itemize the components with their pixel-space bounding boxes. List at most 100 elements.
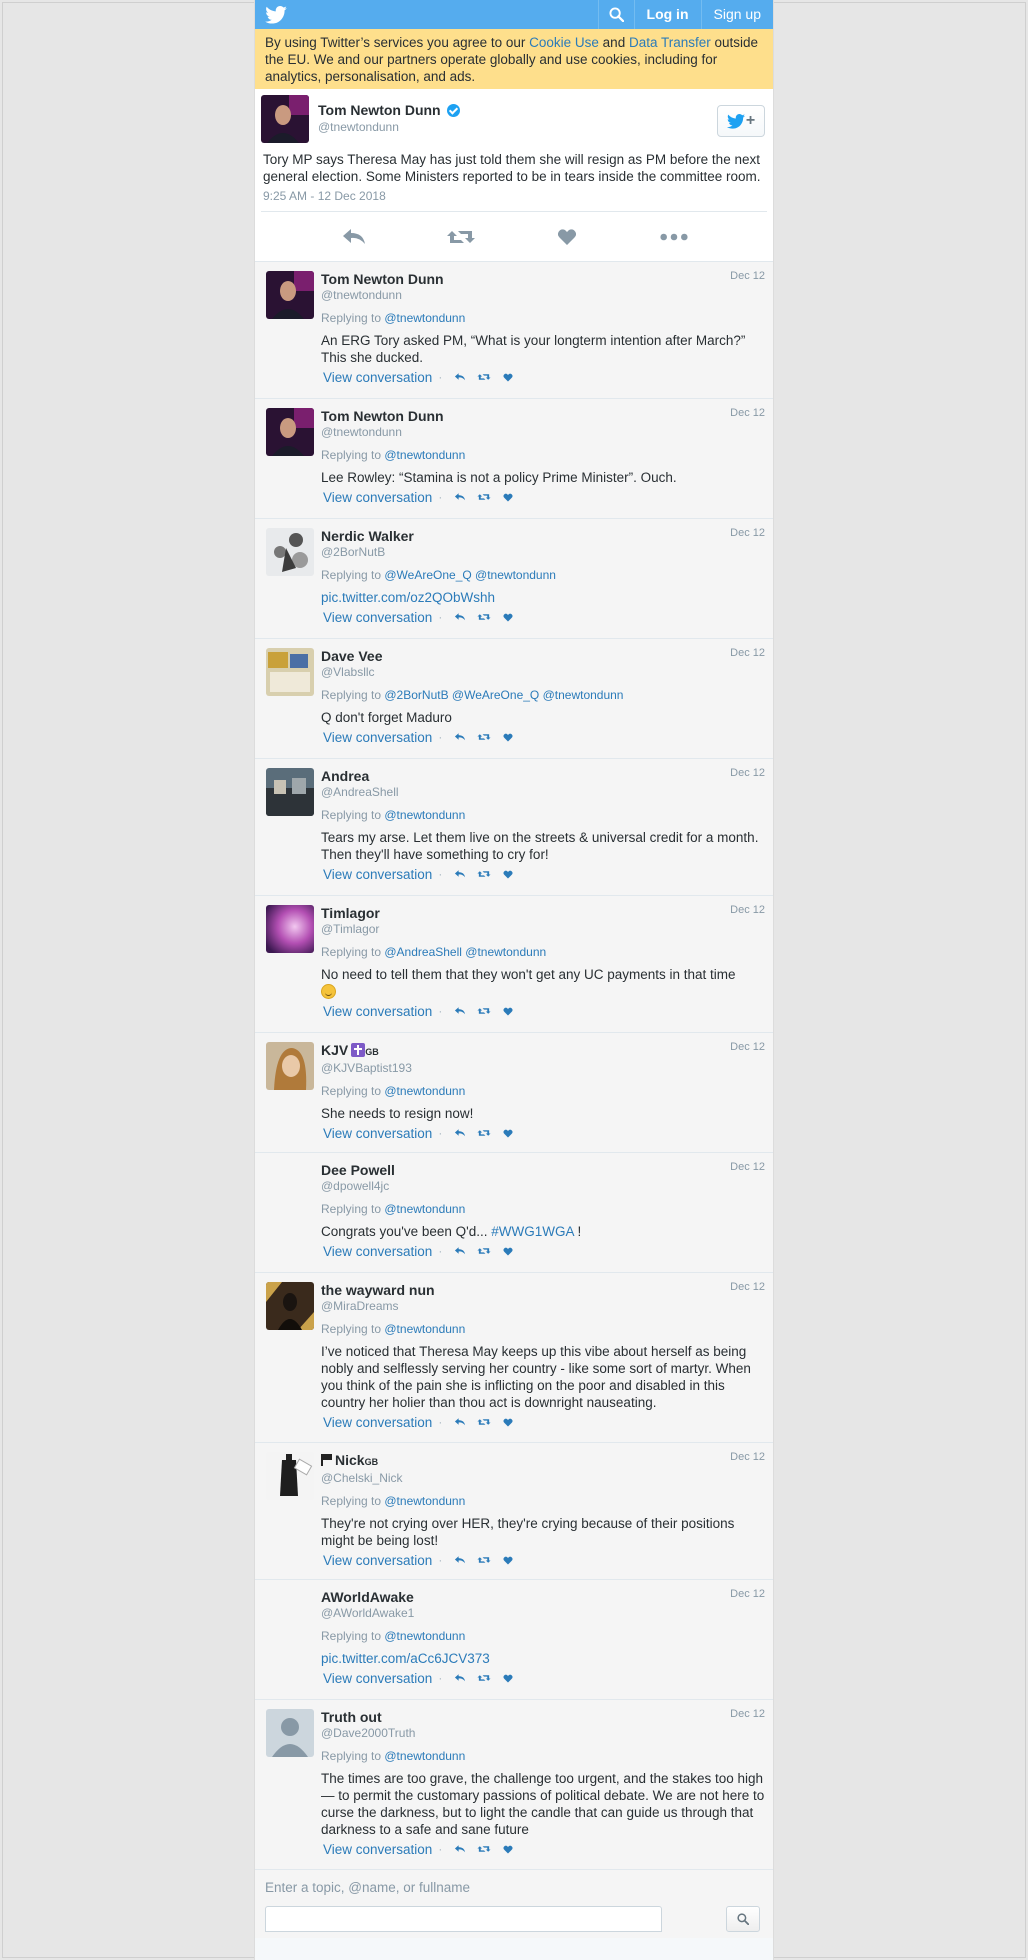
replying-to-link[interactable]: @AndreaShell @tnewtondunn xyxy=(384,945,546,959)
reply-item[interactable]: Dec 12 Timlagor @Timlagor Replying to @A… xyxy=(255,896,773,1033)
heart-icon[interactable] xyxy=(501,371,515,383)
reply-author-name[interactable]: the wayward nun xyxy=(321,1281,765,1299)
view-conversation-link[interactable]: View conversation xyxy=(323,1842,432,1857)
reply-date[interactable]: Dec 12 xyxy=(730,1281,765,1293)
reply-author-name[interactable]: AWorldAwake xyxy=(321,1588,765,1606)
reply-date[interactable]: Dec 12 xyxy=(730,647,765,659)
reply-icon[interactable] xyxy=(453,611,467,623)
retweet-icon[interactable] xyxy=(477,611,491,623)
view-conversation-link[interactable]: View conversation xyxy=(323,1004,432,1019)
heart-icon[interactable] xyxy=(501,611,515,623)
author-handle[interactable]: @tnewtondunn xyxy=(318,120,460,134)
replying-to-link[interactable]: @tnewtondunn xyxy=(384,1322,465,1336)
tweet-timestamp[interactable]: 9:25 AM - 12 Dec 2018 xyxy=(261,185,767,211)
heart-icon[interactable] xyxy=(501,1416,515,1428)
view-conversation-link[interactable]: View conversation xyxy=(323,1244,432,1259)
heart-icon[interactable] xyxy=(501,1005,515,1017)
reply-author-handle[interactable]: @Vlabsllc xyxy=(321,665,765,680)
reply-date[interactable]: Dec 12 xyxy=(730,904,765,916)
reply-icon[interactable] xyxy=(453,1843,467,1855)
avatar[interactable] xyxy=(266,1452,314,1500)
reply-item[interactable]: Dec 12 Nerdic Walker @2BorNutB Replying … xyxy=(255,519,773,639)
reply-icon[interactable] xyxy=(453,1005,467,1017)
reply-author-name[interactable]: Nerdic Walker xyxy=(321,527,765,545)
reply-author-name[interactable]: Timlagor xyxy=(321,904,765,922)
view-conversation-link[interactable]: View conversation xyxy=(323,490,432,505)
reply-icon[interactable] xyxy=(453,868,467,880)
heart-icon[interactable] xyxy=(501,491,515,503)
more-button[interactable] xyxy=(659,225,689,249)
reply-item[interactable]: Dec 12 AWorldAwake @AWorldAwake1 Replyin… xyxy=(255,1580,773,1700)
replying-to-link[interactable]: @tnewtondunn xyxy=(384,448,465,462)
heart-icon[interactable] xyxy=(501,1245,515,1257)
reply-icon[interactable] xyxy=(453,1416,467,1428)
reply-date[interactable]: Dec 12 xyxy=(730,1451,765,1463)
reply-item[interactable]: Dec 12 Andrea @AndreaShell Replying to @… xyxy=(255,759,773,896)
reply-item[interactable]: Dec 12 KJV GB @KJVBaptist193 Replying to … xyxy=(255,1033,773,1153)
signup-link[interactable]: Sign up xyxy=(700,0,773,29)
avatar[interactable] xyxy=(266,271,314,319)
replying-to-link[interactable]: @2BorNutB @WeAreOne_Q @tnewtondunn xyxy=(384,688,623,702)
follow-button[interactable]: + xyxy=(717,105,765,137)
reply-date[interactable]: Dec 12 xyxy=(730,767,765,779)
view-conversation-link[interactable]: View conversation xyxy=(323,1415,432,1430)
view-conversation-link[interactable]: View conversation xyxy=(323,730,432,745)
reply-item[interactable]: Dec 12 Tom Newton Dunn @tnewtondunn Repl… xyxy=(255,262,773,399)
replying-to-link[interactable]: @tnewtondunn xyxy=(384,1494,465,1508)
retweet-icon[interactable] xyxy=(477,1672,491,1684)
reply-author-handle[interactable]: @tnewtondunn xyxy=(321,425,765,440)
reply-author-name-text[interactable]: Nick xyxy=(335,1452,365,1468)
avatar[interactable] xyxy=(266,1282,314,1330)
avatar[interactable] xyxy=(261,95,309,143)
reply-date[interactable]: Dec 12 xyxy=(730,1041,765,1053)
reply-author-handle[interactable]: @KJVBaptist193 xyxy=(321,1061,765,1076)
replying-to-link[interactable]: @tnewtondunn xyxy=(384,1202,465,1216)
replying-to-link[interactable]: @tnewtondunn xyxy=(384,1084,465,1098)
hashtag-link[interactable]: #WWG1WGA xyxy=(491,1224,574,1239)
twitter-bird-icon[interactable] xyxy=(265,5,287,24)
search-button[interactable] xyxy=(597,0,634,29)
reply-item[interactable]: Dec 12 the wayward nun @MiraDreams Reply… xyxy=(255,1273,773,1443)
view-conversation-link[interactable]: View conversation xyxy=(323,867,432,882)
reply-author-handle[interactable]: @dpowell4jc xyxy=(321,1179,765,1194)
retweet-icon[interactable] xyxy=(477,1843,491,1855)
heart-icon[interactable] xyxy=(501,1843,515,1855)
retweet-icon[interactable] xyxy=(477,1554,491,1566)
avatar[interactable] xyxy=(266,905,314,953)
reply-item[interactable]: Dec 12 Dave Vee @Vlabsllc Replying to @2… xyxy=(255,639,773,759)
pic-link[interactable]: pic.twitter.com/oz2QObWshh xyxy=(321,590,495,605)
avatar[interactable] xyxy=(266,1709,314,1757)
reply-author-name[interactable]: Tom Newton Dunn xyxy=(321,407,765,425)
reply-item[interactable]: Dec 12 Dee Powell @dpowell4jc Replying t… xyxy=(255,1153,773,1273)
reply-date[interactable]: Dec 12 xyxy=(730,1161,765,1173)
replying-to-link[interactable]: @tnewtondunn xyxy=(384,808,465,822)
avatar[interactable] xyxy=(266,528,314,576)
replying-to-link[interactable]: @tnewtondunn xyxy=(384,1749,465,1763)
reply-author-name[interactable]: Dave Vee xyxy=(321,647,765,665)
reply-icon[interactable] xyxy=(453,1127,467,1139)
view-conversation-link[interactable]: View conversation xyxy=(323,370,432,385)
reply-item[interactable]: Dec 12 NickGB @Chelski_Nick Replying to … xyxy=(255,1443,773,1580)
retweet-icon[interactable] xyxy=(477,1245,491,1257)
reply-icon[interactable] xyxy=(453,371,467,383)
retweet-icon[interactable] xyxy=(477,491,491,503)
avatar[interactable] xyxy=(266,408,314,456)
retweet-icon[interactable] xyxy=(477,371,491,383)
pic-link[interactable]: pic.twitter.com/aCc6JCV373 xyxy=(321,1651,490,1666)
reply-author-handle[interactable]: @AWorldAwake1 xyxy=(321,1606,765,1621)
reply-icon[interactable] xyxy=(453,1245,467,1257)
reply-item[interactable]: Dec 12 Tom Newton Dunn @tnewtondunn Repl… xyxy=(255,399,773,519)
reply-date[interactable]: Dec 12 xyxy=(730,1588,765,1600)
like-button[interactable] xyxy=(552,225,582,249)
reply-icon[interactable] xyxy=(453,1554,467,1566)
footer-search-button[interactable] xyxy=(726,1906,760,1932)
heart-icon[interactable] xyxy=(501,868,515,880)
reply-author-handle[interactable]: @Dave2000Truth xyxy=(321,1726,765,1741)
avatar[interactable] xyxy=(266,768,314,816)
reply-date[interactable]: Dec 12 xyxy=(730,1708,765,1720)
retweet-icon[interactable] xyxy=(477,1005,491,1017)
reply-author-name[interactable]: NickGB xyxy=(321,1451,765,1471)
reply-author-handle[interactable]: @Chelski_Nick xyxy=(321,1471,765,1486)
data-transfer-link[interactable]: Data Transfer xyxy=(629,35,711,50)
reply-date[interactable]: Dec 12 xyxy=(730,527,765,539)
